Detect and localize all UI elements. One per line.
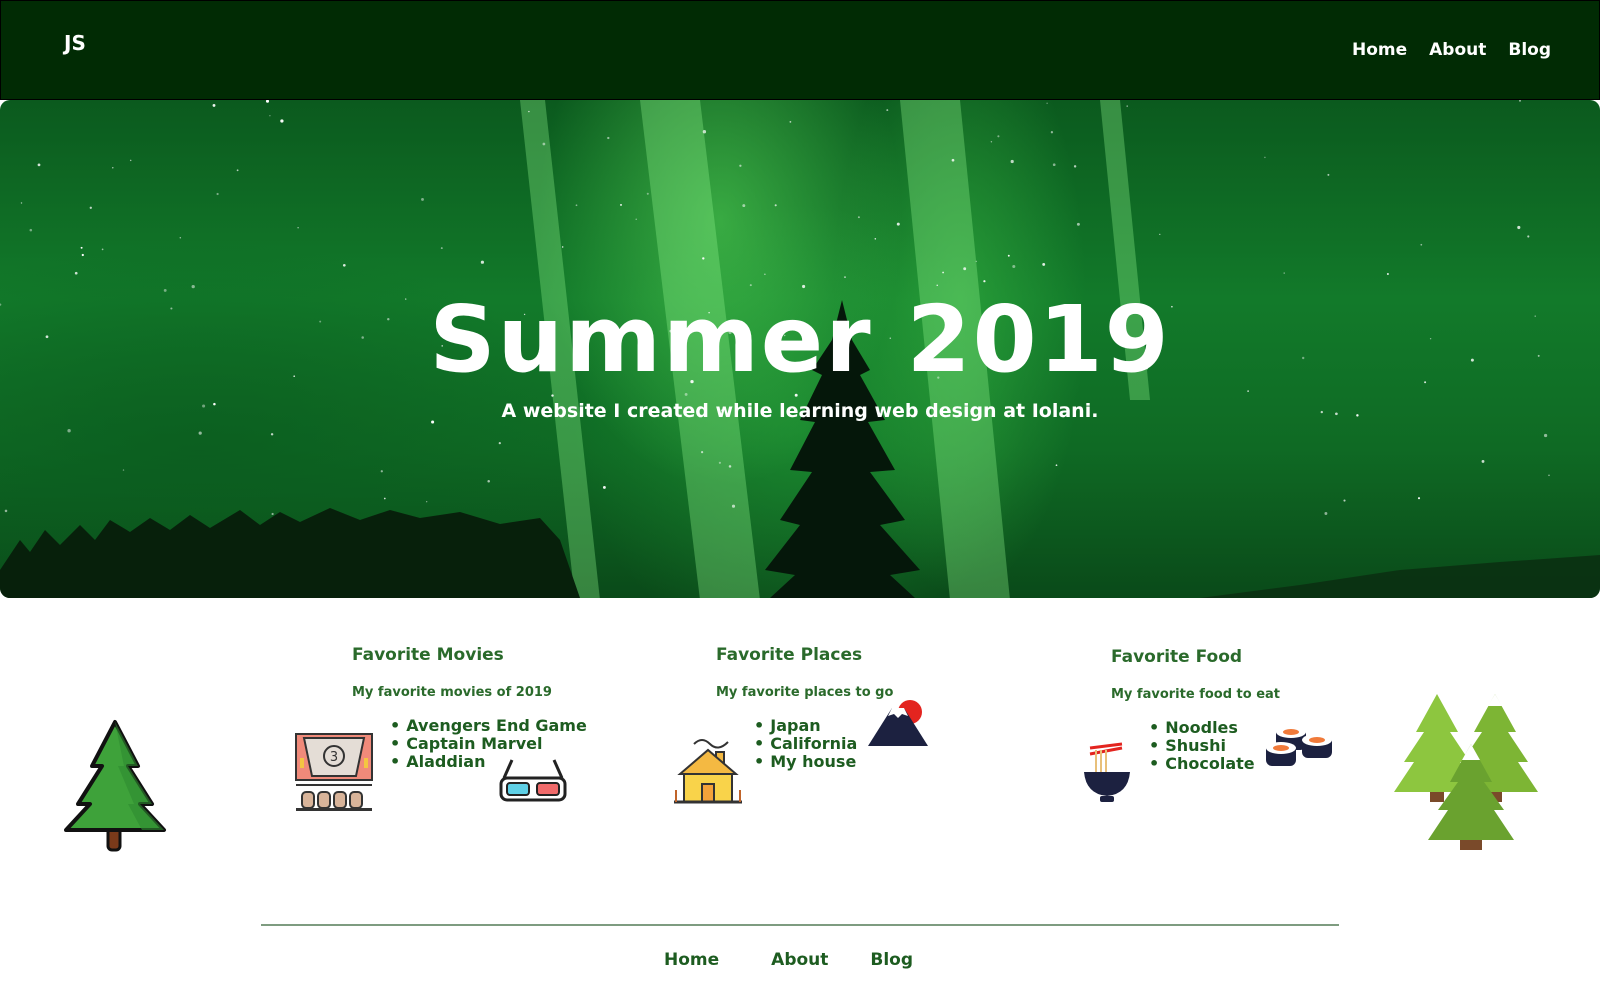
site-logo[interactable]: JS [64,31,86,55]
forest-trees-icon [1394,694,1538,850]
list-item: California [754,735,857,753]
list-item: Avengers End Game [390,717,587,735]
hero-title: Summer 2019 [429,286,1171,393]
footer-about-link[interactable]: About [771,950,828,970]
footer-divider [261,924,1339,926]
movies-description: My favorite movies of 2019 [352,685,552,700]
list-item: Noodles [1149,719,1255,737]
footer-home-link[interactable]: Home [664,950,719,970]
footer-blog-link[interactable]: Blog [870,950,913,970]
footer-nav: Home About Blog [664,950,913,970]
places-list: Japan California My house [754,717,857,771]
pine-tree-icon [64,720,166,852]
sushi-rolls-icon [1266,726,1332,766]
main-nav: Home About Blog [1352,40,1551,60]
list-item: Chocolate [1149,755,1254,773]
places-heading: Favorite Places [716,645,863,665]
movies-heading: Favorite Movies [352,645,504,665]
mount-fuji-icon [868,700,928,746]
list-item: My house [754,753,857,771]
movie-theater-icon: 3 [295,733,373,811]
list-item: Shushi [1149,737,1255,755]
3d-glasses-icon [499,759,567,802]
nav-blog-link[interactable]: Blog [1508,40,1551,60]
noodle-bowl-icon [1084,742,1130,802]
list-item: Captain Marvel [390,735,587,753]
list-item: Japan [754,717,857,735]
food-heading: Favorite Food [1111,647,1243,667]
top-navbar: JS Home About Blog [0,0,1600,100]
hero-subtitle: A website I created while learning web d… [501,400,1099,422]
favorite-movies-section: Favorite Movies My favorite movies of 20… [352,645,612,771]
food-list: Noodles Shushi Chocolate [1149,719,1255,773]
nav-about-link[interactable]: About [1429,40,1486,60]
svg-text:3: 3 [330,750,338,765]
nav-home-link[interactable]: Home [1352,40,1407,60]
hero-banner: Summer 2019 A website I created while le… [0,100,1600,598]
food-description: My favorite food to eat [1111,687,1281,702]
house-icon [674,739,742,804]
